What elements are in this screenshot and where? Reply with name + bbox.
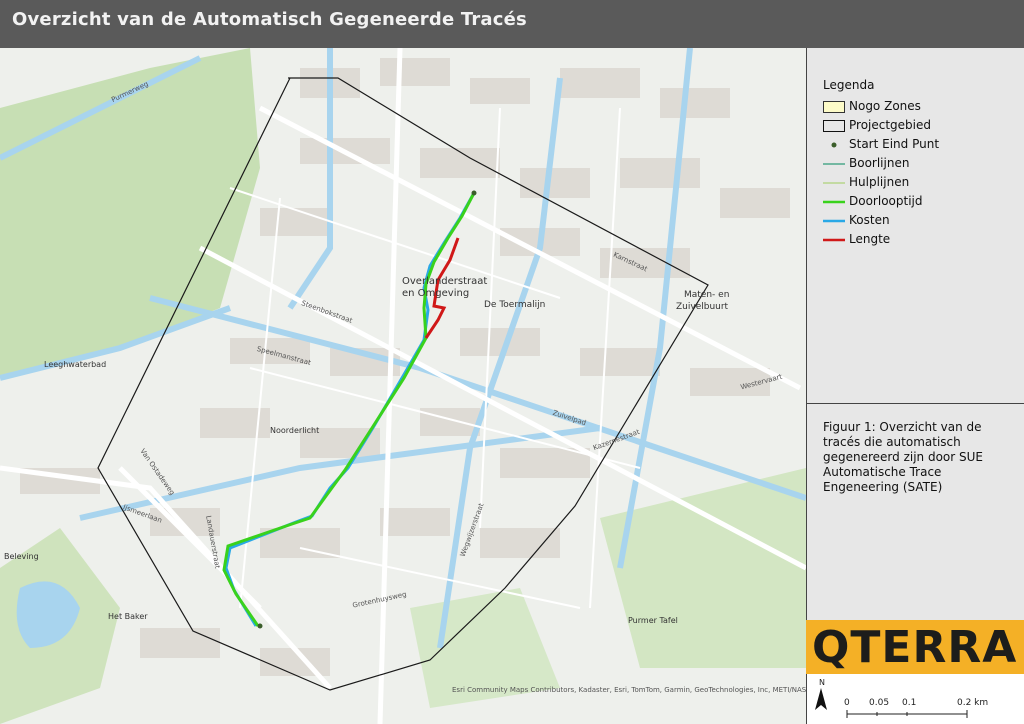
north-arrow-icon — [815, 688, 827, 710]
place-label-baker: Het Baker — [108, 612, 148, 621]
legend-panel: Legenda Nogo Zones Projectgebied Start E… — [806, 48, 1024, 404]
legend-label: Doorlooptijd — [849, 194, 923, 208]
line-symbol — [823, 163, 845, 165]
line-symbol — [823, 182, 845, 184]
place-label-leeghwater: Leeghwaterbad — [44, 360, 107, 369]
legend-label: Lengte — [849, 232, 891, 246]
logo-panel: QTERRA — [806, 620, 1024, 674]
place-label-purmer: Purmer Tafel — [628, 616, 678, 625]
scale-tick-label: 0.2 km — [957, 698, 989, 708]
point-symbol — [831, 142, 837, 148]
map-attribution: Esri Community Maps Contributors, Kadast… — [452, 686, 806, 694]
legend-label: Hulplijnen — [849, 175, 910, 189]
place-label-toermalijn: De Toermalijn — [484, 300, 546, 310]
scale-tick-label: 0.1 — [902, 698, 917, 708]
nogo-swatch — [823, 101, 845, 113]
place-label-maten-2: Zuivelbuurt — [676, 302, 729, 312]
scale-tick-label: 0 — [844, 698, 850, 708]
place-label-overlander-2: en Omgeving — [402, 288, 470, 299]
line-symbol — [823, 238, 845, 242]
caption-panel: Figuur 1: Overzicht van de tracés die au… — [806, 404, 1024, 620]
title-bar: Overzicht van de Automatisch Gegeneerde … — [0, 0, 1024, 48]
legend-label: Nogo Zones — [849, 99, 921, 113]
place-label-overlander: Overlanderstraat — [402, 276, 488, 287]
legend-label: Start Eind Punt — [849, 137, 940, 151]
legend-label: Boorlijnen — [849, 156, 910, 170]
line-symbol — [823, 219, 845, 223]
qterra-logo: QTERRA — [812, 622, 1018, 673]
scale-panel: N 0 0.05 0.1 0.2 km — [806, 674, 1024, 724]
place-label-maten: Maten- en — [684, 290, 730, 300]
line-symbol — [823, 200, 845, 204]
legend-heading: Legenda — [823, 78, 875, 92]
place-label-noorderlicht: Noorderlicht — [270, 426, 320, 435]
project-swatch — [823, 120, 845, 132]
legend-label: Kosten — [849, 213, 890, 227]
page-title: Overzicht van de Automatisch Gegeneerde … — [12, 9, 527, 30]
figure-caption: Figuur 1: Overzicht van de tracés die au… — [823, 420, 983, 494]
end-point — [257, 623, 263, 629]
north-label: N — [819, 678, 825, 687]
map-svg — [0, 48, 806, 724]
map-canvas[interactable]: Overlanderstraat en Omgeving De Toermali… — [0, 48, 806, 724]
legend-label: Projectgebied — [849, 118, 932, 132]
start-point — [471, 190, 477, 196]
place-label-beleving: Beleving — [4, 552, 39, 561]
scale-tick-label: 0.05 — [869, 698, 890, 708]
